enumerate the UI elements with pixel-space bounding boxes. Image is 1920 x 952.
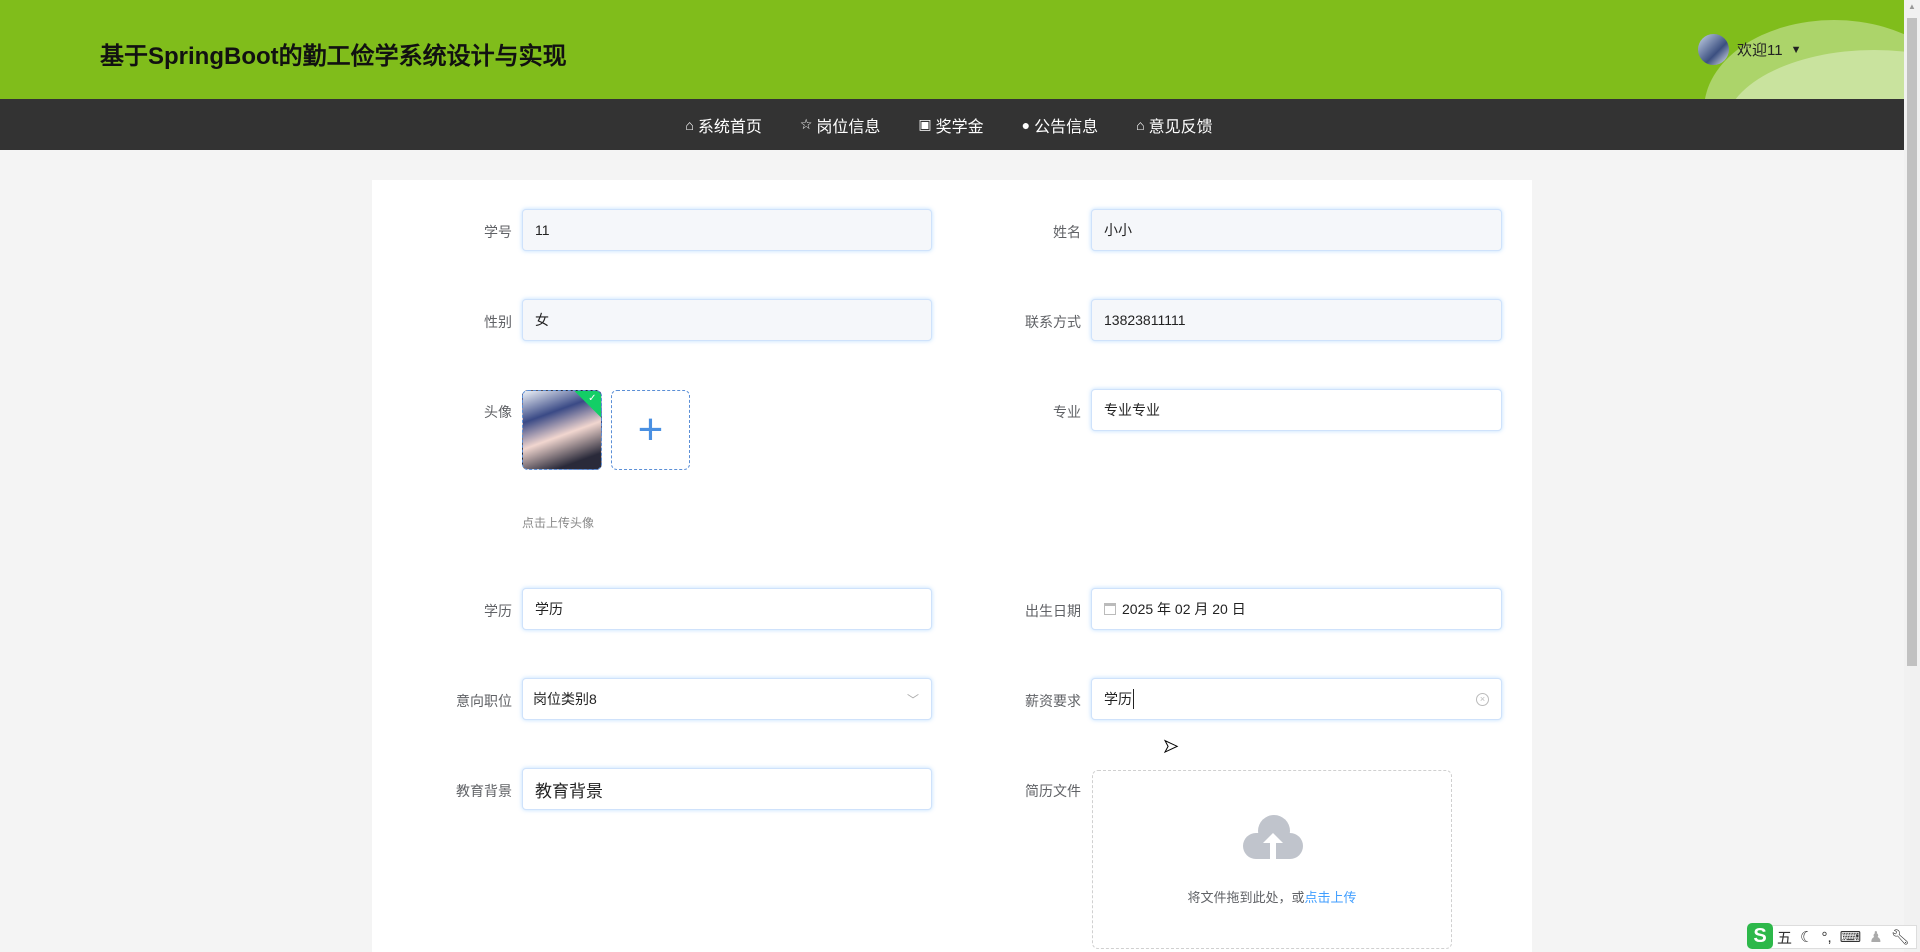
nav-notices[interactable]: ● 公告信息 (1022, 113, 1098, 137)
wrench-icon[interactable]: 🔧︎ (1891, 928, 1910, 946)
nav-label: 奖学金 (935, 118, 984, 136)
avatar-upload-button[interactable]: + (611, 390, 690, 470)
gender-label: 性别 (484, 314, 512, 330)
resume-dropzone[interactable]: 将文件拖到此处，或点击上传 (1092, 770, 1452, 949)
drop-hint: 将文件拖到此处，或 (1187, 890, 1305, 905)
position-label: 意向职位 (456, 693, 512, 709)
chevron-down-icon: ﹀ (906, 692, 919, 707)
major-input[interactable]: 专业专业 (1091, 389, 1502, 431)
nav-label: 意见反馈 (1148, 118, 1213, 136)
caret-down-icon: ▼ (1790, 43, 1802, 56)
moon-icon[interactable]: ☾ (1800, 928, 1813, 946)
scrollbar-thumb[interactable] (1907, 18, 1917, 666)
salary-input[interactable]: 学历 × (1091, 678, 1502, 720)
keyboard-icon[interactable]: ⌨ (1840, 928, 1862, 946)
ime-mode[interactable]: 五 (1777, 927, 1792, 948)
avatar-label: 头像 (484, 404, 512, 420)
education-label: 学历 (484, 603, 512, 619)
name-input[interactable]: 小小 (1091, 209, 1502, 251)
click-upload-link[interactable]: 点击上传 (1305, 890, 1357, 905)
punctuation-icon[interactable]: °, (1821, 929, 1831, 946)
ime-toolbar[interactable]: S 五 ☾ °, ⌨ ♟ 🔧︎ (1747, 923, 1917, 949)
nav-jobs[interactable]: ☆ 岗位信息 (800, 113, 881, 137)
birthday-label: 出生日期 (1025, 603, 1081, 619)
education-input[interactable]: 学历 (522, 588, 932, 630)
nav-label: 岗位信息 (816, 118, 881, 136)
star-icon: ☆ (799, 116, 813, 132)
student-id-input[interactable]: 11 (522, 209, 932, 251)
gender-input[interactable]: 女 (522, 299, 932, 341)
user-menu[interactable]: 欢迎11 ▼ (1698, 34, 1801, 65)
nav-label: 公告信息 (1034, 118, 1099, 136)
student-id-label: 学号 (484, 224, 512, 240)
phone-input[interactable]: 13823811111 (1091, 299, 1502, 341)
birthday-value: 2025 年 02 月 20 日 (1122, 601, 1246, 617)
home-icon: ⌂ (685, 116, 694, 133)
position-value: 岗位类别8 (533, 691, 597, 707)
user-avatar (1698, 34, 1729, 65)
nav-label: 系统首页 (697, 118, 762, 136)
clear-icon[interactable]: × (1476, 692, 1489, 706)
edu-background-label: 教育背景 (456, 783, 512, 799)
nav-home[interactable]: ⌂ 系统首页 (685, 113, 761, 137)
upload-cloud-icon (1243, 815, 1303, 859)
edu-background-input[interactable]: 教育背景 (522, 768, 932, 810)
avatar-hint: 点击上传头像 (522, 516, 595, 530)
salary-value: 学历 (1104, 689, 1134, 709)
birthday-datepicker[interactable]: 2025 年 02 月 20 日 (1091, 588, 1502, 630)
plus-icon: + (637, 405, 664, 454)
nav-scholarship[interactable]: ▣ 奖学金 (918, 113, 983, 137)
name-label: 姓名 (1053, 224, 1081, 240)
bag-icon: ▣ (918, 116, 932, 132)
resume-label: 简历文件 (1025, 783, 1081, 799)
avatar-thumbnail[interactable]: ✓ (522, 390, 602, 470)
success-check-icon: ✓ (573, 391, 601, 418)
dropzone-text: 将文件拖到此处，或点击上传 (1093, 887, 1451, 906)
salary-label: 薪资要求 (1025, 693, 1081, 709)
nav-feedback[interactable]: ⌂ 意见反馈 (1136, 113, 1212, 137)
user-icon[interactable]: ♟ (1869, 928, 1882, 946)
scroll-up-icon[interactable]: ▲ (1908, 2, 1916, 11)
major-label: 专业 (1053, 404, 1081, 420)
site-title: 基于SpringBoot的勤工俭学系统设计与实现 (100, 43, 567, 70)
phone-label: 联系方式 (1025, 314, 1081, 330)
header: 基于SpringBoot的勤工俭学系统设计与实现 欢迎11 ▼ (0, 0, 1904, 99)
home-icon: ⌂ (1136, 116, 1145, 133)
main-nav: ⌂ 系统首页 ☆ 岗位信息 ▣ 奖学金 ● 公告信息 ⌂ 意见反馈 (0, 99, 1904, 150)
calendar-icon (1104, 603, 1116, 615)
scrollbar[interactable]: ▲ (1904, 0, 1920, 952)
position-select[interactable]: 岗位类别8 ﹀ (522, 678, 932, 720)
mouse-cursor: ➤ (1162, 736, 1179, 757)
warning-icon: ● (1021, 116, 1031, 133)
sogou-logo-icon: S (1747, 923, 1773, 949)
user-greeting: 欢迎11 (1737, 42, 1783, 59)
